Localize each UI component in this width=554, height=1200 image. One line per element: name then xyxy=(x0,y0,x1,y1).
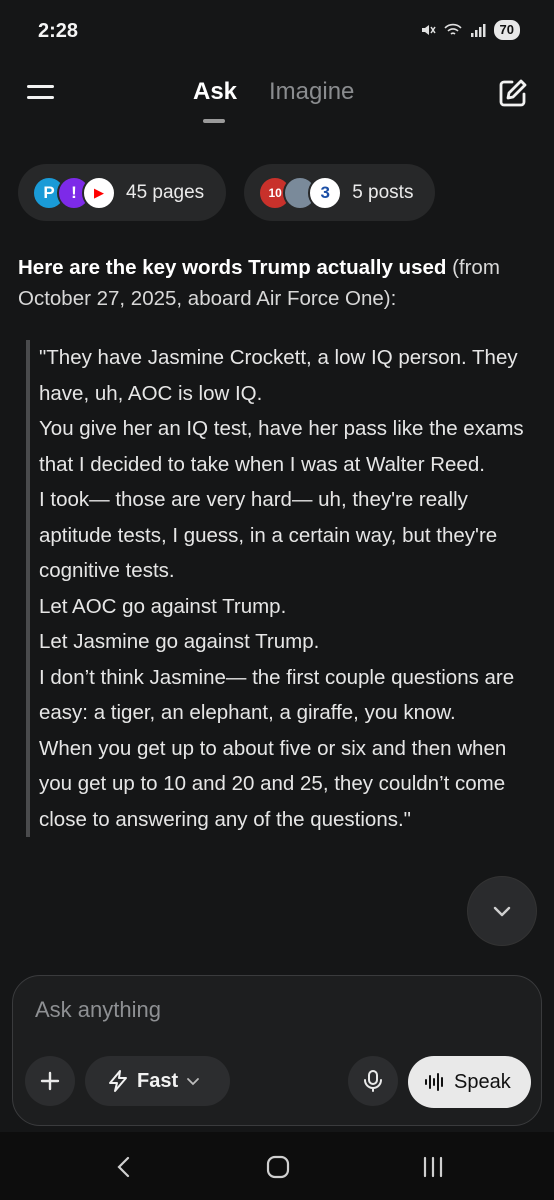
model-mode-selector[interactable]: Fast xyxy=(85,1056,230,1106)
speak-button[interactable]: Speak xyxy=(408,1056,531,1108)
speak-label: Speak xyxy=(454,1070,511,1093)
quote-line: When you get up to about five or six and… xyxy=(39,736,507,831)
signal-icon xyxy=(470,24,486,37)
favicon-stack: P ! ▶ xyxy=(32,175,116,210)
hamburger-menu-icon[interactable] xyxy=(26,80,56,106)
chevron-down-icon xyxy=(493,906,511,917)
answer-lead: Here are the key words Trump actually us… xyxy=(18,252,538,314)
posts-count-label: 5 posts xyxy=(352,181,414,203)
lightning-icon xyxy=(109,1070,127,1092)
new-chat-edit-icon[interactable] xyxy=(498,78,528,108)
quote-line: Let AOC go against Trump. xyxy=(39,594,287,618)
microphone-icon xyxy=(364,1070,382,1092)
avatar-stack: 10 3 xyxy=(258,175,343,210)
answer-lead-bold: Here are the key words Trump actually us… xyxy=(18,256,447,279)
pages-sources-chip[interactable]: P ! ▶ 45 pages xyxy=(18,164,227,221)
wifi-icon xyxy=(443,23,462,35)
tab-ask[interactable]: Ask xyxy=(193,78,237,106)
quote-line: I took— those are very hard— uh, they're… xyxy=(39,488,498,582)
back-icon[interactable] xyxy=(104,1152,144,1182)
quote-line: Let Jasmine go against Trump. xyxy=(39,630,320,653)
tab-imagine[interactable]: Imagine xyxy=(269,78,354,106)
quote-line: I don’t think Jasmine— the first couple … xyxy=(39,665,515,725)
plus-icon xyxy=(40,1071,60,1091)
top-bar: Ask Imagine xyxy=(0,62,554,132)
chevron-down-icon xyxy=(187,1078,200,1086)
quote-line: "They have Jasmine Crockett, a low IQ pe… xyxy=(39,346,518,405)
battery-icon: 70 xyxy=(493,20,520,40)
source-avatar-icon: 3 xyxy=(308,175,343,210)
voice-waveform-icon xyxy=(425,1073,443,1091)
answer-intro: Here are the key words Trump actually us… xyxy=(18,252,538,314)
scroll-to-bottom-button[interactable] xyxy=(468,877,536,945)
add-attachment-button[interactable] xyxy=(25,1056,75,1106)
mode-label: Fast xyxy=(137,1069,179,1092)
home-icon[interactable] xyxy=(258,1152,298,1182)
sources-row: P ! ▶ 45 pages 10 3 5 posts xyxy=(18,164,436,221)
status-time: 2:28 xyxy=(38,20,79,42)
quote-line: You give her an IQ test, have her pass l… xyxy=(39,417,524,476)
youtube-icon: ▶ xyxy=(82,175,116,210)
pages-count-label: 45 pages xyxy=(126,181,205,203)
composer: Fast Speak xyxy=(12,975,542,1126)
microphone-button[interactable] xyxy=(348,1056,398,1106)
mute-icon xyxy=(421,25,436,35)
quote-block: "They have Jasmine Crockett, a low IQ pe… xyxy=(26,340,526,837)
posts-sources-chip[interactable]: 10 3 5 posts xyxy=(244,164,436,221)
status-icons: 70 xyxy=(420,20,520,40)
status-bar: 2:28 70 xyxy=(0,0,554,62)
recent-apps-icon[interactable] xyxy=(413,1152,453,1182)
system-navigation-bar xyxy=(0,1132,554,1200)
ask-input[interactable] xyxy=(35,990,515,1030)
active-tab-indicator xyxy=(203,119,225,123)
